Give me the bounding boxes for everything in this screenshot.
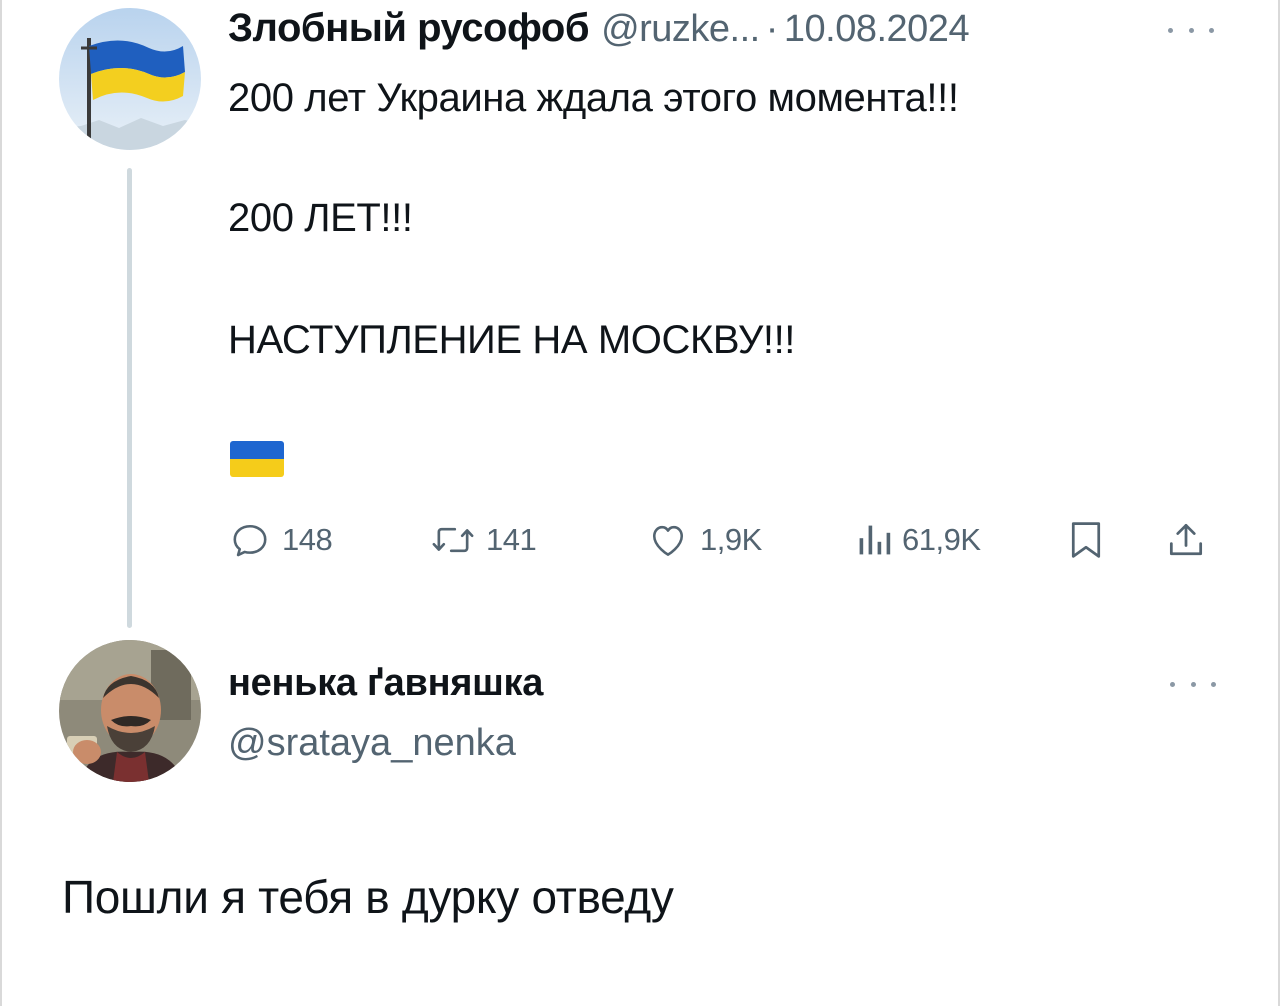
reply-button[interactable]: 148 <box>228 518 333 562</box>
reply-author-handle[interactable]: @srataya_nenka <box>228 722 516 765</box>
like-count: 1,9K <box>700 522 762 557</box>
retweet-icon <box>432 527 474 553</box>
author-avatar[interactable] <box>59 8 201 150</box>
tweet-date[interactable]: 10.08.2024 <box>784 8 970 51</box>
thread-connector-line <box>127 168 132 628</box>
header-separator: · <box>765 8 779 50</box>
ukraine-flag-emoji <box>230 441 284 477</box>
views-icon <box>859 525 891 555</box>
reply-more-options-icon[interactable] <box>1170 674 1216 694</box>
tweet-text-line-2: 200 ЛЕТ!!! <box>228 196 413 240</box>
tweet-text-line-3: НАСТУПЛЕНИЕ НА МОСКВУ!!! <box>228 318 796 362</box>
ukraine-flag-avatar-image <box>59 8 201 150</box>
reply-icon <box>233 524 267 557</box>
retweet-button[interactable]: 141 <box>430 518 537 562</box>
reply-author-name[interactable]: ненька ґавняшка <box>228 662 543 705</box>
bookmark-icon <box>1071 522 1101 558</box>
bookmark-button[interactable] <box>1066 518 1106 562</box>
tweet-header: Злобный русофоб @ruzke... · 10.08.2024 <box>228 6 970 56</box>
more-options-icon[interactable] <box>1168 20 1214 40</box>
retweet-count: 141 <box>486 522 537 557</box>
reply-author-avatar[interactable] <box>59 640 201 782</box>
left-edge-divider <box>0 0 2 1006</box>
share-icon <box>1169 523 1203 556</box>
like-button[interactable]: 1,9K <box>646 518 762 562</box>
reply-text: Пошли я тебя в дурку отведу <box>62 871 674 923</box>
reply-count: 148 <box>282 522 333 557</box>
like-icon <box>652 525 684 556</box>
man-portrait-avatar-image <box>59 640 201 782</box>
tweet-text-line-1: 200 лет Украина ждала этого момента!!! <box>228 76 959 120</box>
share-button[interactable] <box>1164 518 1208 562</box>
views-button[interactable]: 61,9K <box>856 518 981 562</box>
author-handle[interactable]: @ruzke... <box>601 8 760 51</box>
views-count: 61,9K <box>902 522 981 557</box>
author-name[interactable]: Злобный русофоб <box>228 6 590 51</box>
